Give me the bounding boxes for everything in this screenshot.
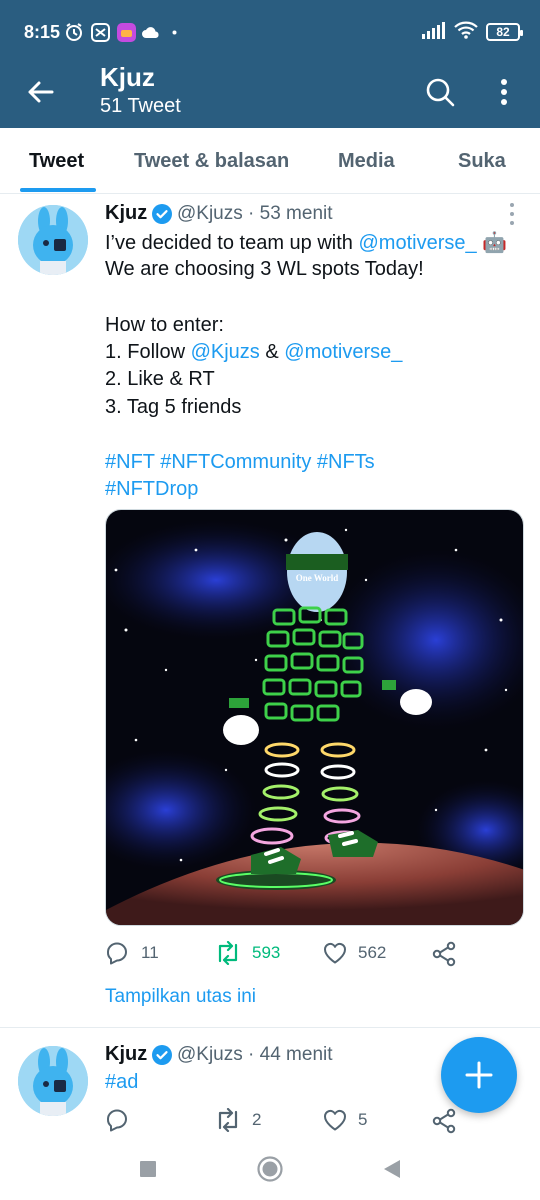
tweet-text-line: I’ve decided to team up with @motiverse_… <box>105 230 507 255</box>
arrow-left-icon <box>28 81 54 103</box>
wifi-icon <box>454 21 478 44</box>
active-tab-indicator <box>20 188 96 192</box>
capcut-icon <box>90 22 110 42</box>
author-handle-time: @Kjuzs · 44 menit <box>177 1044 333 1065</box>
recents-icon <box>140 1161 156 1177</box>
back-button[interactable] <box>22 74 58 110</box>
profile-tabs: Tweet Tweet & balasan Media Suka <box>0 128 540 194</box>
retweet-icon <box>218 941 238 965</box>
share-button[interactable] <box>431 941 457 967</box>
text-segment: & <box>259 341 285 363</box>
mention-link[interactable]: @motiverse_ <box>284 341 402 363</box>
reply-count: 11 <box>141 943 159 962</box>
share-icon <box>432 941 456 967</box>
search-button[interactable] <box>420 72 460 112</box>
tweet-image[interactable]: One World <box>105 509 524 926</box>
tab-tweet-and-replies[interactable]: Tweet & balasan <box>134 128 289 194</box>
battery-icon: 82 <box>486 23 523 41</box>
like-button[interactable]: 562 <box>322 941 386 965</box>
avatar[interactable] <box>18 1046 88 1116</box>
reply-icon <box>107 942 127 965</box>
recents-button[interactable] <box>133 1154 163 1184</box>
tab-tweet[interactable]: Tweet <box>29 128 84 194</box>
reply-button[interactable]: 11 <box>105 941 159 965</box>
home-icon <box>257 1156 283 1182</box>
retweet-count: 593 <box>252 943 281 962</box>
tweet-menu-icon[interactable] <box>506 203 518 225</box>
cloud-icon <box>141 23 161 41</box>
hashtag-line[interactable]: #NFTDrop <box>105 478 198 501</box>
author-name[interactable]: Kjuz <box>105 1043 147 1066</box>
hat-text: One World <box>296 573 339 583</box>
app-icon <box>116 22 136 42</box>
retweet-count: 2 <box>252 1110 262 1129</box>
tweet-text-line: How to enter: <box>105 314 224 336</box>
share-icon <box>432 1108 456 1134</box>
tweet-text-line: 3. Tag 5 friends <box>105 396 242 418</box>
hashtag-line[interactable]: #ad <box>105 1071 138 1094</box>
alarm-icon <box>64 23 84 41</box>
tab-likes[interactable]: Suka <box>458 128 506 194</box>
heart-icon <box>324 1109 346 1131</box>
retweet-icon <box>218 1108 238 1132</box>
back-nav-button[interactable] <box>377 1154 407 1184</box>
author-handle-time: @Kjuzs · 53 menit <box>177 203 333 224</box>
more-vertical-icon <box>501 79 507 105</box>
status-bar: 8:15 82 <box>0 0 540 62</box>
system-nav-bar <box>0 1136 540 1200</box>
retweet-button[interactable]: 2 <box>214 1108 261 1132</box>
verified-badge-icon <box>152 1045 172 1065</box>
robot-emoji: 🤖 <box>476 232 508 254</box>
tweet-text-line: We are choosing 3 WL spots Today! <box>105 258 424 280</box>
mention-link[interactable]: @motiverse_ <box>358 232 476 254</box>
verified-badge-icon <box>152 204 172 224</box>
home-button[interactable] <box>255 1154 285 1184</box>
plus-icon <box>465 1061 493 1089</box>
reply-button[interactable] <box>105 1108 141 1132</box>
text-segment: I’ve decided to team up with <box>105 232 359 254</box>
like-count: 5 <box>358 1110 368 1129</box>
tweet-text-line: 2. Like & RT <box>105 368 215 390</box>
retweet-button[interactable]: 593 <box>214 941 280 965</box>
tweet-divider <box>0 1027 540 1028</box>
status-right: 82 <box>422 21 523 44</box>
tweet-count: 51 Tweet <box>100 95 181 117</box>
heart-icon <box>324 942 346 964</box>
like-count: 562 <box>358 943 387 962</box>
hashtag-line[interactable]: #NFT #NFTCommunity #NFTs <box>105 451 375 474</box>
author-name[interactable]: Kjuz <box>105 202 147 225</box>
show-thread-link[interactable]: Tampilkan utas ini <box>105 986 256 1008</box>
like-button[interactable]: 5 <box>322 1108 367 1132</box>
compose-tweet-button[interactable] <box>441 1037 517 1113</box>
status-time: 8:15 <box>24 22 61 42</box>
share-button[interactable] <box>431 1108 457 1134</box>
tweet-text-line: 1. Follow @Kjuzs & @motiverse_ <box>105 341 402 364</box>
mention-link[interactable]: @Kjuzs <box>191 341 260 363</box>
back-triangle-icon <box>384 1160 400 1178</box>
dot-icon <box>170 23 178 41</box>
reply-icon <box>107 1109 127 1132</box>
text-segment: 1. Follow <box>105 341 191 363</box>
more-options-button[interactable] <box>486 72 522 112</box>
profile-title: Kjuz <box>100 62 155 92</box>
signal-icon <box>422 21 446 44</box>
search-icon <box>426 78 455 107</box>
avatar[interactable] <box>18 205 88 275</box>
top-app-bar: 8:15 82 Kjuz 51 Tweet <box>0 0 540 128</box>
tab-media[interactable]: Media <box>338 128 395 194</box>
